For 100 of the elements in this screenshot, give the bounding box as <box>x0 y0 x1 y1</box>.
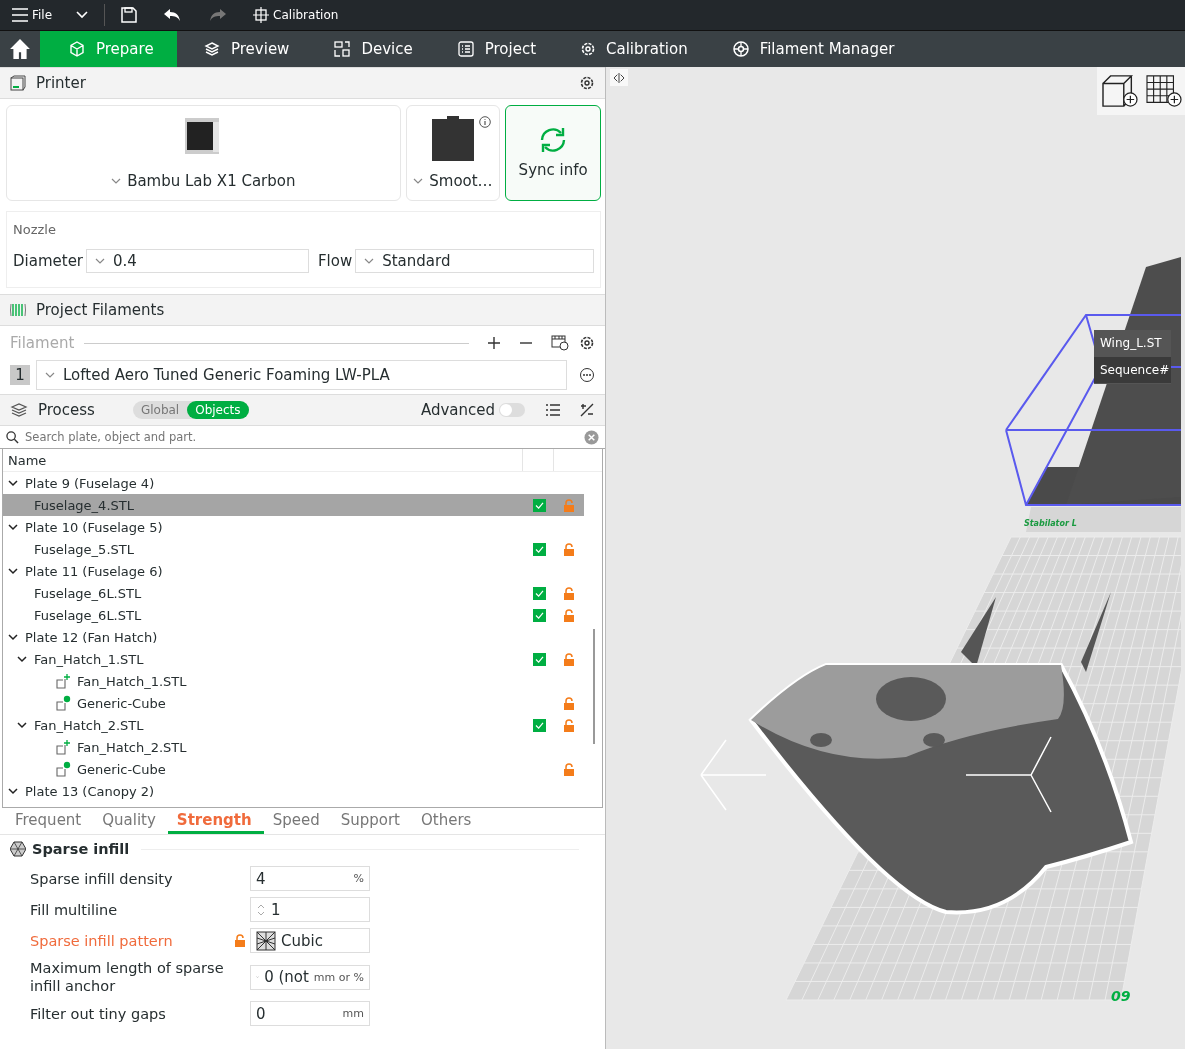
plate-number: 09 <box>1111 988 1131 1004</box>
chevron-down-icon[interactable] <box>8 632 18 642</box>
filament-icon <box>10 303 26 317</box>
plate-card[interactable]: Smoot… <box>405 105 501 201</box>
lock-icon[interactable] <box>564 762 574 776</box>
calibration-button[interactable]: Calibration <box>253 7 339 23</box>
diameter-dropdown[interactable]: 0.4 <box>86 249 309 273</box>
more-icon[interactable] <box>579 367 595 383</box>
process-icon <box>10 402 28 418</box>
anchor-dropdown[interactable]: 0 (not mm or % <box>250 964 370 990</box>
list-icon <box>456 40 475 58</box>
setting-label: Sparse infill pattern <box>30 931 174 950</box>
advanced-switch[interactable] <box>499 403 525 417</box>
value-field[interactable]: 0 mm <box>250 1001 370 1026</box>
cubic-pattern-icon <box>256 930 276 951</box>
setting-label: Filter out tiny gaps <box>30 1004 167 1023</box>
section-title: Project Filaments <box>36 301 166 319</box>
pattern-dropdown[interactable]: Cubic <box>250 928 370 953</box>
collapse-icon[interactable] <box>613 72 625 83</box>
filament-dropdown[interactable]: Lofted Aero Tuned Generic Foaming LW-PLA <box>36 360 567 390</box>
nav-tab[interactable]: Calibration <box>554 31 706 67</box>
list-icon[interactable] <box>545 403 561 417</box>
clear-icon[interactable] <box>584 429 599 445</box>
checkbox[interactable] <box>532 542 546 556</box>
save-icon[interactable] <box>121 7 138 23</box>
add-icon[interactable] <box>487 336 501 350</box>
tree-row[interactable]: Fuselage_6L.STL <box>3 604 584 626</box>
tree-row[interactable]: Plate 10 (Fuselage 5) <box>3 516 584 538</box>
tree-row[interactable]: Generic-Cube <box>3 692 584 714</box>
lock-icon[interactable] <box>235 934 245 947</box>
settings-tab[interactable]: Speed <box>263 808 332 834</box>
checkbox[interactable] <box>532 608 546 622</box>
add-plate-icon[interactable] <box>1144 74 1183 108</box>
section-title: Printer <box>36 74 87 92</box>
lock-icon[interactable] <box>564 586 574 600</box>
tree-row[interactable]: Plate 12 (Fan Hatch) <box>3 626 584 648</box>
settings-tab[interactable]: Frequent <box>6 808 94 834</box>
lock-icon[interactable] <box>564 718 574 732</box>
setting-label: Fill multiline <box>30 900 119 919</box>
tree-row[interactable]: Fuselage_5.STL <box>3 538 584 560</box>
home-icon[interactable] <box>9 38 31 60</box>
tree-label: Fuselage_4.STL <box>34 497 134 513</box>
value-field[interactable]: 4 % <box>250 866 370 891</box>
chevron-down-icon[interactable] <box>8 566 18 576</box>
section-title: Process <box>38 401 95 419</box>
chevron-down-icon[interactable] <box>8 786 18 796</box>
tree-row[interactable]: Fan_Hatch_1.STL <box>3 670 584 692</box>
checkbox[interactable] <box>532 718 546 732</box>
nav-tab[interactable]: Device <box>307 31 431 67</box>
checkbox[interactable] <box>532 652 546 666</box>
column-header: Name <box>8 452 48 468</box>
tree-label: Generic-Cube <box>77 695 166 711</box>
tree-row[interactable]: Fan_Hatch_1.STL <box>3 648 584 670</box>
sync-info-button[interactable]: Sync info <box>505 105 601 201</box>
undo-icon[interactable] <box>163 8 182 22</box>
advanced-label: Advanced <box>420 401 495 419</box>
spin-field[interactable]: 1 <box>250 897 370 922</box>
lock-icon[interactable] <box>564 696 574 710</box>
chevron-down-icon[interactable] <box>8 478 18 488</box>
lock-icon[interactable] <box>564 542 574 556</box>
modifier-icon <box>55 695 71 711</box>
printer-card[interactable]: Bambu Lab X1 Carbon <box>6 105 401 201</box>
file-menu[interactable]: File <box>12 8 53 22</box>
nav-tab[interactable]: Filament Manager <box>705 31 913 67</box>
tree-label: Fan_Hatch_1.STL <box>77 673 187 689</box>
tree-row[interactable]: Plate 9 (Fuselage 4) <box>3 472 584 494</box>
settings-tab[interactable]: Support <box>331 808 412 834</box>
tree-row[interactable]: Generic-Cube <box>3 758 584 780</box>
chevron-down-icon <box>111 178 122 184</box>
checkbox[interactable] <box>532 498 546 512</box>
tree-row[interactable]: Plate 13 (Canopy 2) <box>3 780 584 802</box>
flow-dropdown[interactable]: Standard <box>355 249 594 273</box>
tree-row[interactable]: Plate 11 (Fuselage 6) <box>3 560 584 582</box>
tree-label: Fuselage_6L.STL <box>34 585 142 601</box>
printer-name: Bambu Lab X1 Carbon <box>127 172 296 190</box>
tree-label: Plate 10 (Fuselage 5) <box>25 519 163 535</box>
chevron-down-icon[interactable] <box>17 654 27 664</box>
chevron-down-icon[interactable] <box>17 720 27 730</box>
chevron-down-icon[interactable] <box>8 522 18 532</box>
add-cube-icon[interactable] <box>1099 74 1140 108</box>
nav-tab[interactable]: Project <box>430 31 555 67</box>
tree-row[interactable]: Fan_Hatch_2.STL <box>3 714 584 736</box>
plate-name: Smoot… <box>429 172 493 190</box>
redo-icon[interactable] <box>209 8 228 22</box>
lock-icon[interactable] <box>564 652 574 666</box>
tree-row[interactable]: Fuselage_6L.STL <box>3 582 584 604</box>
tree-row[interactable]: Fan_Hatch_2.STL <box>3 736 584 758</box>
chevron-down-icon[interactable] <box>76 11 89 19</box>
checkbox[interactable] <box>532 586 546 600</box>
settings-icon[interactable] <box>579 335 595 351</box>
settings-tab[interactable]: Others <box>412 808 484 834</box>
info-icon[interactable] <box>479 116 492 128</box>
nav-tab[interactable]: Preview <box>177 31 308 67</box>
tree-row[interactable]: Fuselage_4.STL <box>3 494 584 516</box>
settings-icon[interactable] <box>579 75 595 91</box>
percent-icon[interactable] <box>579 402 595 418</box>
settings-tab[interactable]: Quality <box>93 808 168 834</box>
filament-sync-icon[interactable] <box>551 335 569 351</box>
lock-icon[interactable] <box>564 608 574 622</box>
tree-label: Fan_Hatch_2.STL <box>77 739 187 755</box>
